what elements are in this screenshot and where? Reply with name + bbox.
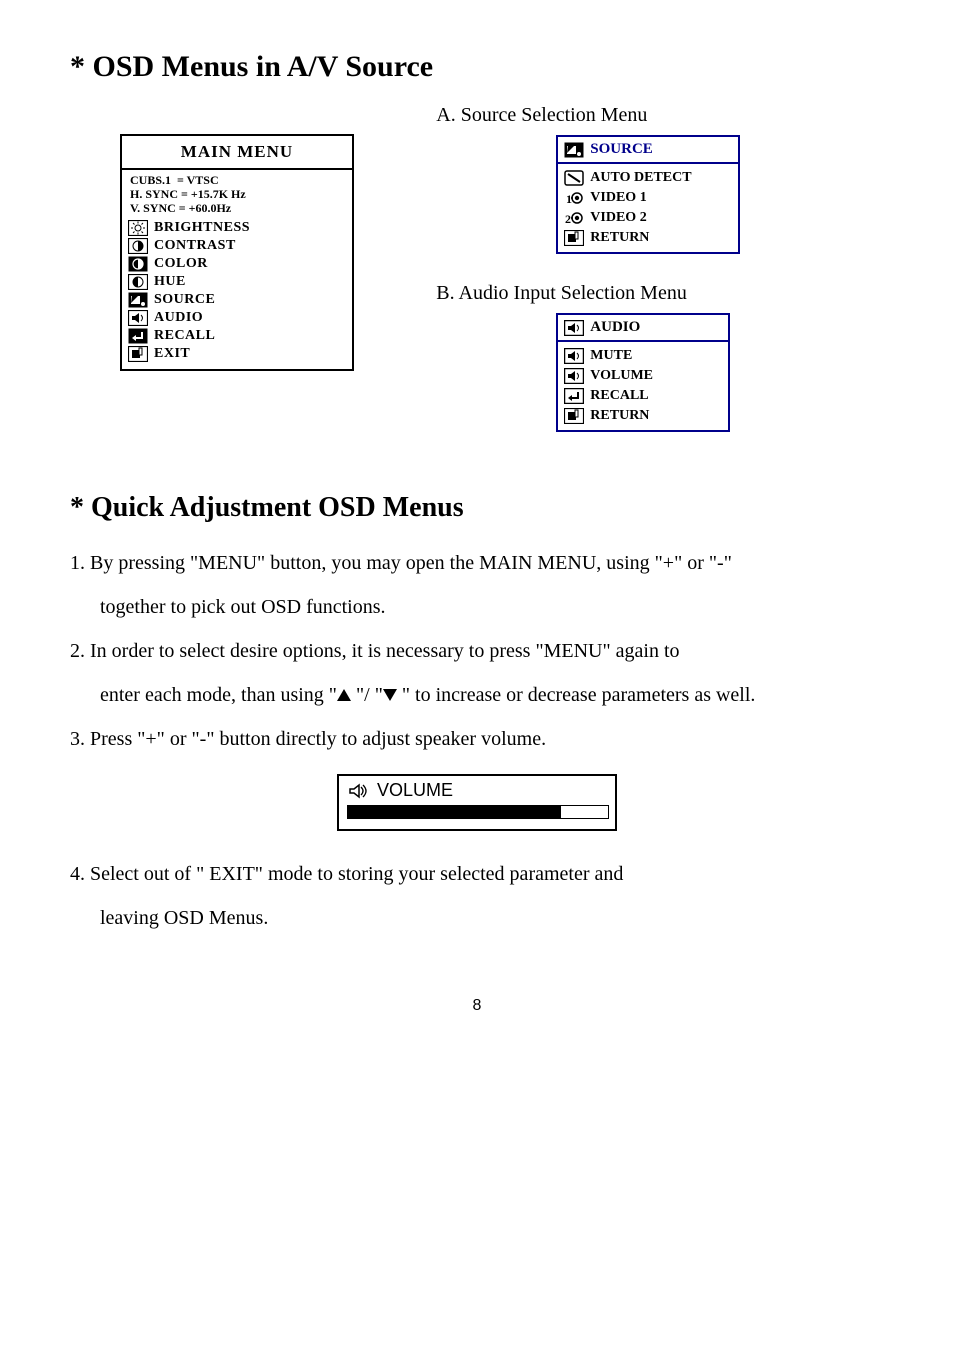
instr-2-line2: enter each mode, than using " "/ " " to … — [70, 676, 884, 714]
volume-label: VOLUME — [377, 780, 453, 801]
submenu-item-label: RETURN — [590, 230, 649, 246]
instr-3: 3. Press "+" or "-" button directly to a… — [70, 720, 884, 758]
page-number: 8 — [70, 997, 884, 1015]
video1-icon: 1 — [564, 190, 584, 206]
main-menu-box: MAIN MENU CUBS.1 = VTSC H. SYNC = +15.7K… — [120, 134, 354, 371]
submenu-title: AUDIO — [590, 319, 640, 336]
return-icon — [564, 230, 584, 246]
svg-text:2: 2 — [565, 212, 571, 226]
submenu-b-box: AUDIO MUTE VOLUME — [556, 313, 730, 432]
submenu-a-box: SOURCE AUTO DETECT 1 VIDEO 1 — [556, 135, 740, 254]
menu-item-brightness[interactable]: BRIGHTNESS — [128, 219, 346, 237]
submenu-b-body: MUTE VOLUME RECALL — [558, 342, 728, 430]
main-menu-column: MAIN MENU CUBS.1 = VTSC H. SYNC = +15.7K… — [70, 104, 436, 432]
audio-icon — [564, 320, 584, 336]
svg-text:1: 1 — [566, 192, 572, 206]
source-icon — [564, 142, 584, 158]
submenu-a-header: SOURCE — [558, 137, 738, 164]
submenu-item-recall-b[interactable]: RECALL — [564, 386, 722, 406]
submenu-item-mute[interactable]: MUTE — [564, 346, 722, 366]
submenu-item-label: RECALL — [590, 388, 648, 404]
submenu-title: SOURCE — [590, 141, 653, 158]
hue-icon — [128, 274, 148, 290]
menu-item-source[interactable]: SOURCE — [128, 291, 346, 309]
submenu-item-volume[interactable]: VOLUME — [564, 366, 722, 386]
recall-icon — [128, 328, 148, 344]
volume-icon — [564, 368, 584, 384]
menu-item-color[interactable]: COLOR — [128, 255, 346, 273]
submenu-item-video1[interactable]: 1 VIDEO 1 — [564, 188, 732, 208]
menus-row: MAIN MENU CUBS.1 = VTSC H. SYNC = +15.7K… — [70, 104, 884, 432]
menu-item-label: COLOR — [154, 256, 208, 272]
recall-icon — [564, 388, 584, 404]
submenu-a-caption: A. Source Selection Menu — [436, 104, 884, 127]
menu-item-label: CONTRAST — [154, 238, 236, 254]
submenu-item-label: VOLUME — [590, 368, 653, 384]
menu-item-label: HUE — [154, 274, 186, 290]
submenu-item-return-a[interactable]: RETURN — [564, 228, 732, 248]
submenu-item-label: AUTO DETECT — [590, 170, 691, 186]
instr-4-line1: 4. Select out of " EXIT" mode to storing… — [70, 855, 884, 893]
submenu-item-label: VIDEO 2 — [590, 210, 646, 226]
audio-icon — [128, 310, 148, 326]
main-menu-info: CUBS.1 = VTSC H. SYNC = +15.7K Hz V. SYN… — [128, 174, 346, 215]
section-heading-osd: * OSD Menus in A/V Source — [70, 50, 884, 84]
speaker-icon — [347, 783, 371, 799]
menu-item-exit[interactable]: EXIT — [128, 345, 346, 363]
instructions-block: 1. By pressing "MENU" button, you may op… — [70, 544, 884, 937]
menu-item-recall[interactable]: RECALL — [128, 327, 346, 345]
main-menu-body: CUBS.1 = VTSC H. SYNC = +15.7K Hz V. SYN… — [122, 170, 352, 369]
down-triangle-icon — [383, 689, 397, 701]
mute-icon — [564, 348, 584, 364]
submenus-column: A. Source Selection Menu SOURCE AUTO DET… — [436, 104, 884, 432]
menu-item-label: RECALL — [154, 328, 215, 344]
instr-2-line1: 2. In order to select desire options, it… — [70, 632, 884, 670]
menu-item-label: EXIT — [154, 346, 190, 362]
submenu-item-auto-detect[interactable]: AUTO DETECT — [564, 168, 732, 188]
submenu-b-header: AUDIO — [558, 315, 728, 342]
volume-bar-fill — [348, 806, 561, 818]
instr-1-line1: 1. By pressing "MENU" button, you may op… — [70, 544, 884, 582]
video2-icon: 2 — [564, 210, 584, 226]
section-heading-quick: * Quick Adjustment OSD Menus — [70, 492, 884, 524]
submenu-item-video2[interactable]: 2 VIDEO 2 — [564, 208, 732, 228]
menu-item-label: BRIGHTNESS — [154, 220, 250, 236]
volume-bar[interactable] — [347, 805, 609, 819]
main-menu-title: MAIN MENU — [122, 136, 352, 170]
return-icon — [564, 408, 584, 424]
volume-widget: VOLUME — [337, 774, 617, 831]
menu-item-label: SOURCE — [154, 292, 215, 308]
volume-label-row: VOLUME — [347, 780, 607, 801]
menu-item-contrast[interactable]: CONTRAST — [128, 237, 346, 255]
submenu-a-body: AUTO DETECT 1 VIDEO 1 2 VIDEO 2 — [558, 164, 738, 252]
source-icon — [128, 292, 148, 308]
instr-1-line2: together to pick out OSD functions. — [70, 588, 884, 626]
menu-item-audio[interactable]: AUDIO — [128, 309, 346, 327]
up-triangle-icon — [337, 689, 351, 701]
menu-item-hue[interactable]: HUE — [128, 273, 346, 291]
submenu-item-label: RETURN — [590, 408, 649, 424]
submenu-item-return-b[interactable]: RETURN — [564, 406, 722, 426]
brightness-icon — [128, 220, 148, 236]
auto-detect-icon — [564, 170, 584, 186]
exit-icon — [128, 346, 148, 362]
color-icon — [128, 256, 148, 272]
submenu-item-label: VIDEO 1 — [590, 190, 646, 206]
submenu-b-caption: B. Audio Input Selection Menu — [436, 282, 884, 305]
contrast-icon — [128, 238, 148, 254]
menu-item-label: AUDIO — [154, 310, 203, 326]
submenu-item-label: MUTE — [590, 348, 632, 364]
instr-4-line2: leaving OSD Menus. — [70, 899, 884, 937]
